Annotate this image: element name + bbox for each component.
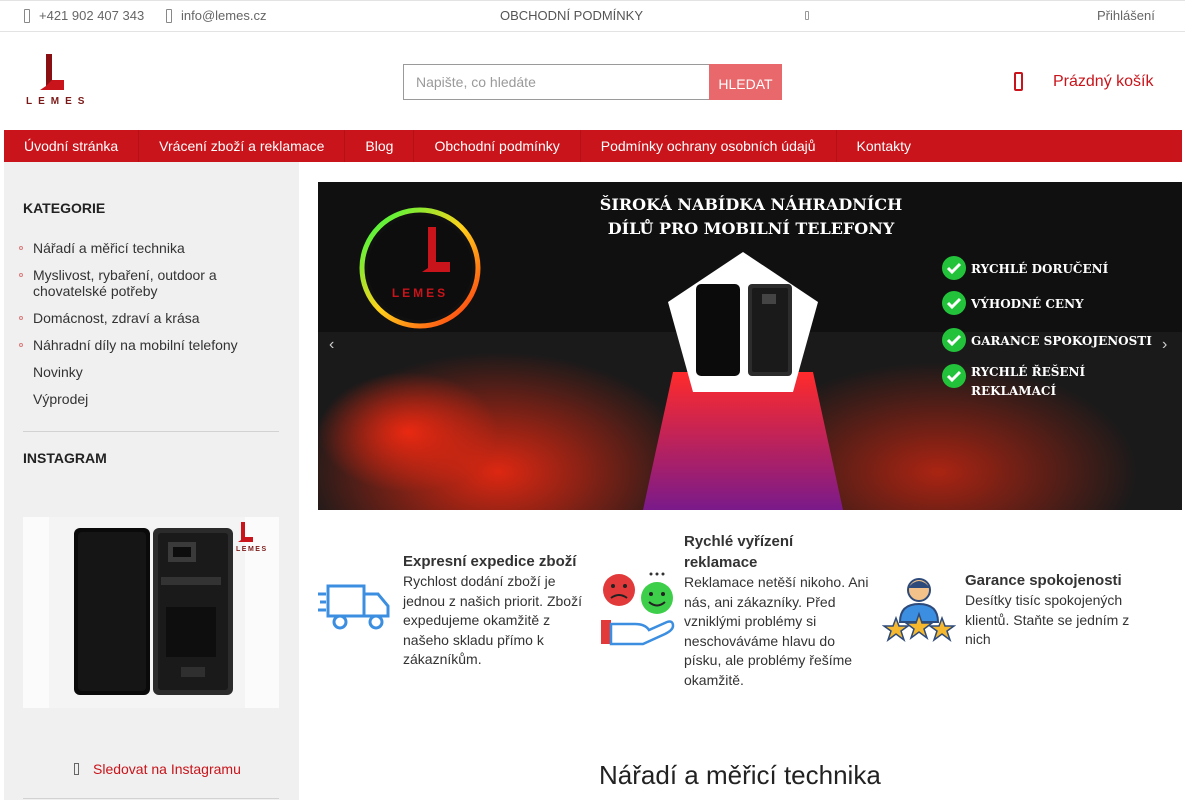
- login-link[interactable]: Přihlášení: [1097, 8, 1155, 23]
- benefit-3: GARANCE SPOKOJENOSTI: [971, 334, 1152, 348]
- cart-label[interactable]: Prázdný košík: [1053, 73, 1153, 91]
- category-label[interactable]: Náhradní díly na mobilní telefony: [33, 337, 238, 353]
- feature-title: Garance spokojenosti: [965, 572, 1122, 589]
- terms-link[interactable]: OBCHODNÍ PODMÍNKY: [500, 8, 643, 23]
- nav-item-returns[interactable]: Vrácení zboží a reklamace: [139, 130, 346, 162]
- main-nav: Úvodní stránka Vrácení zboží a reklamace…: [4, 130, 1182, 162]
- logo-text: LEMES: [26, 96, 91, 107]
- banner-logo-text: LEMES: [392, 286, 448, 300]
- instagram-follow-label[interactable]: Sledovat na Instagramu: [93, 761, 241, 777]
- category-list: Nářadí a měřicí technika Myslivost, ryba…: [19, 240, 279, 418]
- nav-item-home[interactable]: Úvodní stránka: [4, 130, 140, 162]
- instagram-post-image[interactable]: LEMES: [23, 517, 279, 708]
- category-label[interactable]: Myslivost, rybaření, outdoor a chovatels…: [33, 267, 217, 299]
- category-label[interactable]: Novinky: [33, 364, 83, 380]
- benefit-4b: REKLAMACÍ: [971, 383, 1056, 398]
- cart-icon: [1014, 72, 1023, 91]
- email-contact[interactable]: info@lemes.cz: [166, 8, 266, 23]
- instagram-heading: INSTAGRAM: [23, 450, 107, 466]
- settings-toggle[interactable]: [805, 11, 809, 20]
- banner-artwork: LEMES ŠIROKÁ NABÍDKA NÁHRADNÍCH DÍLŮ PRO…: [318, 182, 1182, 510]
- category-label[interactable]: Nářadí a měřicí technika: [33, 240, 185, 256]
- feature-satisfaction: Garance spokojenosti Desítky tisíc spoko…: [965, 570, 1145, 650]
- category-item[interactable]: Nářadí a měřicí technika: [19, 240, 279, 256]
- category-item[interactable]: Novinky: [19, 364, 279, 380]
- instagram-icon: [74, 763, 79, 775]
- phone-contact[interactable]: +421 902 407 343: [24, 8, 144, 23]
- site-logo[interactable]: LEMES: [26, 54, 88, 108]
- section-title: Nářadí a měřicí technika: [599, 760, 881, 790]
- search-bar: HLEDAT: [403, 64, 782, 100]
- satisfaction-hand-icon: [599, 568, 675, 653]
- category-label[interactable]: Domácnost, zdraví a krása: [33, 310, 200, 326]
- category-label[interactable]: Výprodej: [33, 391, 88, 407]
- nav-item-terms[interactable]: Obchodní podmínky: [414, 130, 581, 162]
- slider-prev-icon[interactable]: ‹: [329, 336, 341, 356]
- slider-next-icon[interactable]: ›: [1162, 336, 1174, 356]
- bullet-icon: [19, 343, 23, 347]
- category-item[interactable]: Výprodej: [19, 391, 279, 407]
- bullet-icon: [19, 246, 23, 250]
- phone-display-photo: LEMES: [23, 517, 279, 708]
- phone-number[interactable]: +421 902 407 343: [39, 8, 144, 23]
- feature-text: Reklamace netěší nikoho. Ani nás, ani zá…: [684, 574, 869, 688]
- bullet-icon: [19, 316, 23, 320]
- settings-icon: [805, 11, 809, 20]
- sidebar-divider-bottom: [23, 798, 279, 799]
- nav-item-contacts[interactable]: Kontakty: [837, 130, 931, 162]
- feature-text: Desítky tisíc spokojených klientů. Staňt…: [965, 592, 1130, 647]
- benefit-1: RYCHLÉ DORUČENÍ: [971, 260, 1109, 276]
- feature-text: Rychlost dodání zboží je jednou z našich…: [403, 573, 582, 667]
- top-bar: +421 902 407 343 info@lemes.cz OBCHODNÍ …: [0, 0, 1185, 32]
- category-item[interactable]: Myslivost, rybaření, outdoor a chovatels…: [19, 267, 279, 299]
- feature-express-shipping: Expresní expedice zboží Rychlost dodání …: [403, 551, 585, 670]
- logo-mark-icon: [40, 54, 64, 90]
- sidebar: KATEGORIE Nářadí a měřicí technika Mysli…: [4, 162, 299, 800]
- banner-headline-1: ŠIROKÁ NABÍDKA NÁHRADNÍCH: [600, 194, 902, 214]
- categories-heading: KATEGORIE: [23, 200, 106, 216]
- benefit-4: RYCHLÉ ŘEŠENÍ: [971, 363, 1086, 379]
- hero-banner[interactable]: LEMES ŠIROKÁ NABÍDKA NÁHRADNÍCH DÍLŮ PRO…: [318, 182, 1182, 510]
- instagram-follow-link[interactable]: Sledovat na Instagramu: [74, 761, 241, 777]
- nav-item-blog[interactable]: Blog: [345, 130, 415, 162]
- sidebar-divider: [23, 431, 279, 432]
- benefit-2: VÝHODNÉ CENY: [970, 296, 1084, 311]
- feature-fast-complaints: Rychlé vyřízení reklamace Reklamace netě…: [684, 531, 870, 690]
- bullet-icon: [19, 273, 23, 277]
- feature-title: Rychlé vyřízení reklamace: [684, 533, 794, 571]
- email-address[interactable]: info@lemes.cz: [181, 8, 266, 23]
- search-button[interactable]: HLEDAT: [709, 64, 782, 100]
- category-item[interactable]: Domácnost, zdraví a krása: [19, 310, 279, 326]
- cart[interactable]: Prázdný košík: [1014, 72, 1153, 91]
- delivery-truck-icon: [318, 580, 394, 641]
- instagram-logo-text: LEMES: [236, 546, 268, 553]
- mail-icon: [166, 8, 172, 23]
- category-item[interactable]: Náhradní díly na mobilní telefony: [19, 337, 279, 353]
- search-input[interactable]: [403, 64, 709, 100]
- rating-stars-icon: [881, 576, 957, 649]
- banner-headline-2: DÍLŮ PRO MOBILNÍ TELEFONY: [608, 217, 895, 238]
- feature-title: Expresní expedice zboží: [403, 553, 577, 570]
- nav-item-privacy[interactable]: Podmínky ochrany osobních údajů: [581, 130, 837, 162]
- phone-icon: [24, 8, 30, 23]
